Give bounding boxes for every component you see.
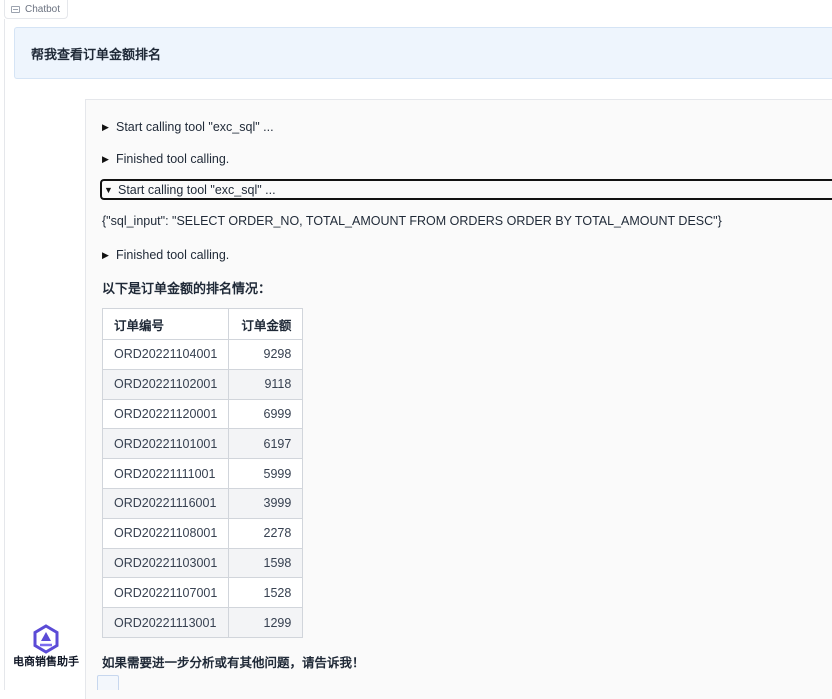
expand-arrow-icon: ▶ xyxy=(102,153,109,164)
amount-cell: 5999 xyxy=(228,458,304,489)
column-header-amount: 订单金额 xyxy=(228,308,304,340)
chatbot-tab[interactable]: Chatbot xyxy=(4,0,69,19)
tool-step-3[interactable]: ▼ Start calling tool "exc_sql" ... xyxy=(100,179,832,200)
tool-input-json: {"sql_input": "SELECT ORDER_NO, TOTAL_AM… xyxy=(102,214,722,228)
table-row: ORD20221108001 2278 xyxy=(101,517,304,549)
amount-cell: 9298 xyxy=(228,339,304,370)
order-no-cell: ORD20221116001 xyxy=(101,487,230,519)
order-no-cell: ORD20221102001 xyxy=(101,368,230,400)
amount-cell: 1598 xyxy=(228,547,304,579)
collapse-arrow-icon: ▼ xyxy=(104,184,113,195)
tool-step-label: Start calling tool "exc_sql" ... xyxy=(116,120,274,134)
amount-cell: 3999 xyxy=(228,487,304,519)
table-row: ORD20221101001 6197 xyxy=(101,428,304,460)
table-row: ORD20221116001 3999 xyxy=(101,487,304,519)
table-row: ORD20221104001 9298 xyxy=(101,339,304,370)
amount-cell: 6197 xyxy=(228,428,304,460)
order-no-cell: ORD20221108001 xyxy=(101,517,230,549)
order-no-cell: ORD20221113001 xyxy=(101,607,230,638)
amount-cell: 2278 xyxy=(228,517,304,549)
tool-step-2[interactable]: ▶ Finished tool calling. xyxy=(102,149,229,169)
user-message: 帮我查看订单金额排名 xyxy=(14,27,832,79)
bot-avatar: 电商销售助手 xyxy=(8,624,84,669)
amount-cell: 1528 xyxy=(228,577,304,609)
answer-intro: 以下是订单金额的排名情况： xyxy=(102,281,272,296)
amount-cell: 9118 xyxy=(228,368,304,400)
amount-cell: 1299 xyxy=(228,607,304,638)
table-row: ORD20221120001 6999 xyxy=(101,398,304,430)
table-header-row: 订单编号 订单金额 xyxy=(101,308,304,340)
order-ranking-table: 订单编号 订单金额 ORD20221104001 9298 ORD20221102… xyxy=(101,308,304,638)
bot-name: 电商销售助手 xyxy=(13,656,79,668)
expand-arrow-icon: ▶ xyxy=(102,121,109,132)
table-row: ORD20221113001 1299 xyxy=(101,607,304,638)
chatbot-tab-label: Chatbot xyxy=(25,3,61,15)
tool-step-4[interactable]: ▶ Finished tool calling. xyxy=(102,245,229,265)
expand-arrow-icon: ▶ xyxy=(102,249,109,260)
order-no-cell: ORD20221103001 xyxy=(101,547,230,579)
order-no-cell: ORD20221107001 xyxy=(101,577,230,609)
order-no-cell: ORD20221101001 xyxy=(101,428,230,460)
table-row: ORD20221103001 1598 xyxy=(101,547,304,579)
tool-step-1[interactable]: ▶ Start calling tool "exc_sql" ... xyxy=(102,117,274,137)
tool-step-label: Finished tool calling. xyxy=(116,152,230,166)
amount-cell: 6999 xyxy=(228,398,304,430)
tool-step-label: Start calling tool "exc_sql" ... xyxy=(118,182,276,197)
tool-step-label: Finished tool calling. xyxy=(116,248,230,262)
chat-icon xyxy=(11,5,20,13)
answer-outro: 如果需要进一步分析或有其他问题，请告诉我！ xyxy=(102,656,365,670)
user-message-text: 帮我查看订单金额排名 xyxy=(31,46,162,62)
order-no-cell: ORD20221120001 xyxy=(101,398,230,430)
order-no-cell: ORD20221104001 xyxy=(101,339,230,370)
table-row: ORD20221111001 5999 xyxy=(101,458,304,489)
table-row: ORD20221107001 1528 xyxy=(101,577,304,609)
order-no-cell: ORD20221111001 xyxy=(101,458,230,489)
column-header-order-no: 订单编号 xyxy=(101,308,230,340)
table-row: ORD20221102001 9118 xyxy=(101,368,304,400)
message-action-button[interactable] xyxy=(97,675,119,690)
assistant-logo-icon xyxy=(33,624,59,654)
